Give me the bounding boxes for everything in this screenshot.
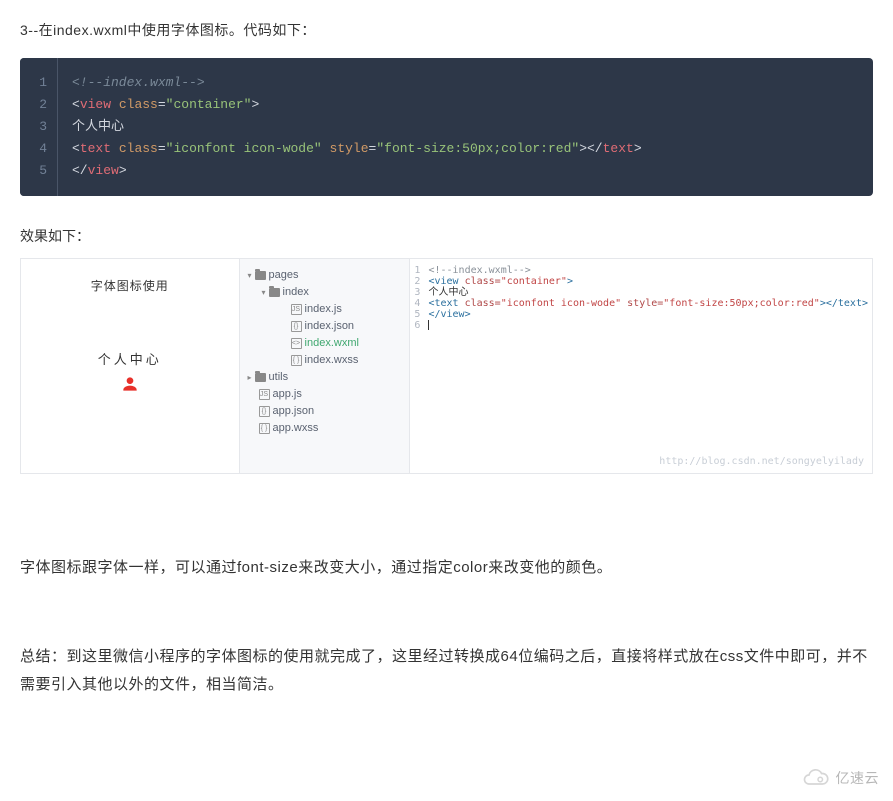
chevron-right-icon[interactable]: ▸ (248, 370, 252, 385)
file-tree-pane: ▾pages▾indexJSindex.js{}index.json<>inde… (240, 259, 411, 473)
json-file-icon: {} (259, 406, 270, 417)
simulator-pane: 字体图标使用 ••• 个人中心 (21, 259, 240, 473)
chevron-down-icon[interactable]: ▾ (262, 285, 266, 300)
tree-item-app-js[interactable]: JSapp.js (244, 386, 406, 403)
tree-item-label: index.json (305, 319, 355, 334)
paragraph-2: 总结：到这里微信小程序的字体图标的使用就完成了，这里经过转换成64位编码之后，直… (20, 643, 873, 700)
code-block-main: 1 2 3 4 5 <!--index.wxml--> <view class=… (20, 58, 873, 196)
tree-item-index-wxml[interactable]: <>index.wxml (244, 335, 406, 352)
brand-text: 亿速云 (836, 768, 880, 788)
code-gutter: 1 2 3 4 5 (20, 58, 58, 196)
result-label: 效果如下： (20, 226, 873, 246)
folder-icon (269, 288, 280, 297)
tree-item-label: index.js (305, 302, 342, 317)
tree-item-index-json[interactable]: {}index.json (244, 318, 406, 335)
tree-item-label: index.wxss (305, 353, 359, 368)
js-file-icon: JS (291, 304, 302, 315)
tree-item-label: index (283, 285, 309, 300)
simulator-label: 个人中心 (35, 349, 225, 368)
json-file-icon: {} (291, 321, 302, 332)
tree-item-pages[interactable]: ▾ pages (244, 267, 406, 284)
brand-watermark: 亿速云 (800, 767, 880, 789)
wxss-file-icon: { } (291, 355, 302, 366)
intro-text: 3--在index.wxml中使用字体图标。代码如下： (20, 20, 873, 40)
tree-item-utils[interactable]: ▸ utils (244, 369, 406, 386)
person-icon (120, 374, 140, 394)
tree-item-index[interactable]: ▾ index (244, 284, 406, 301)
cloud-icon (800, 767, 830, 789)
folder-icon (255, 373, 266, 382)
editor-gutter: 1 2 3 4 5 6 (414, 265, 428, 467)
tree-item-index-js[interactable]: JSindex.js (244, 301, 406, 318)
tree-item-app-wxss[interactable]: { }app.wxss (244, 420, 406, 437)
js-file-icon: JS (259, 389, 270, 400)
simulator-title: 字体图标使用 (91, 277, 169, 294)
tree-item-index-wxss[interactable]: { }index.wxss (244, 352, 406, 369)
chevron-down-icon[interactable]: ▾ (248, 268, 252, 283)
folder-icon (255, 271, 266, 280)
wxss-file-icon: { } (259, 423, 270, 434)
watermark-text: http://blog.csdn.net/songyelyilady (659, 456, 864, 467)
tree-item-label: pages (269, 268, 299, 283)
ide-figure: 字体图标使用 ••• 个人中心 ▾pages▾indexJSindex.js{}… (20, 258, 873, 474)
tree-item-label: index.wxml (305, 336, 359, 351)
wxml-file-icon: <> (291, 338, 302, 349)
simulator-header: 字体图标使用 ••• (35, 277, 225, 294)
cursor-icon (428, 320, 429, 330)
paragraph-1: 字体图标跟字体一样，可以通过font-size来改变大小，通过指定color来改… (20, 554, 873, 583)
editor-code: <!--index.wxml--> <view class="container… (428, 265, 868, 467)
simulator-body: 个人中心 (35, 349, 225, 394)
tree-item-label: utils (269, 370, 289, 385)
tree-item-label: app.js (273, 387, 302, 402)
tree-item-label: app.json (273, 404, 315, 419)
tree-item-app-json[interactable]: {}app.json (244, 403, 406, 420)
code-content: <!--index.wxml--> <view class="container… (58, 58, 873, 196)
tree-item-label: app.wxss (273, 421, 319, 436)
editor-pane: 1 2 3 4 5 6 <!--index.wxml--> <view clas… (410, 259, 872, 473)
